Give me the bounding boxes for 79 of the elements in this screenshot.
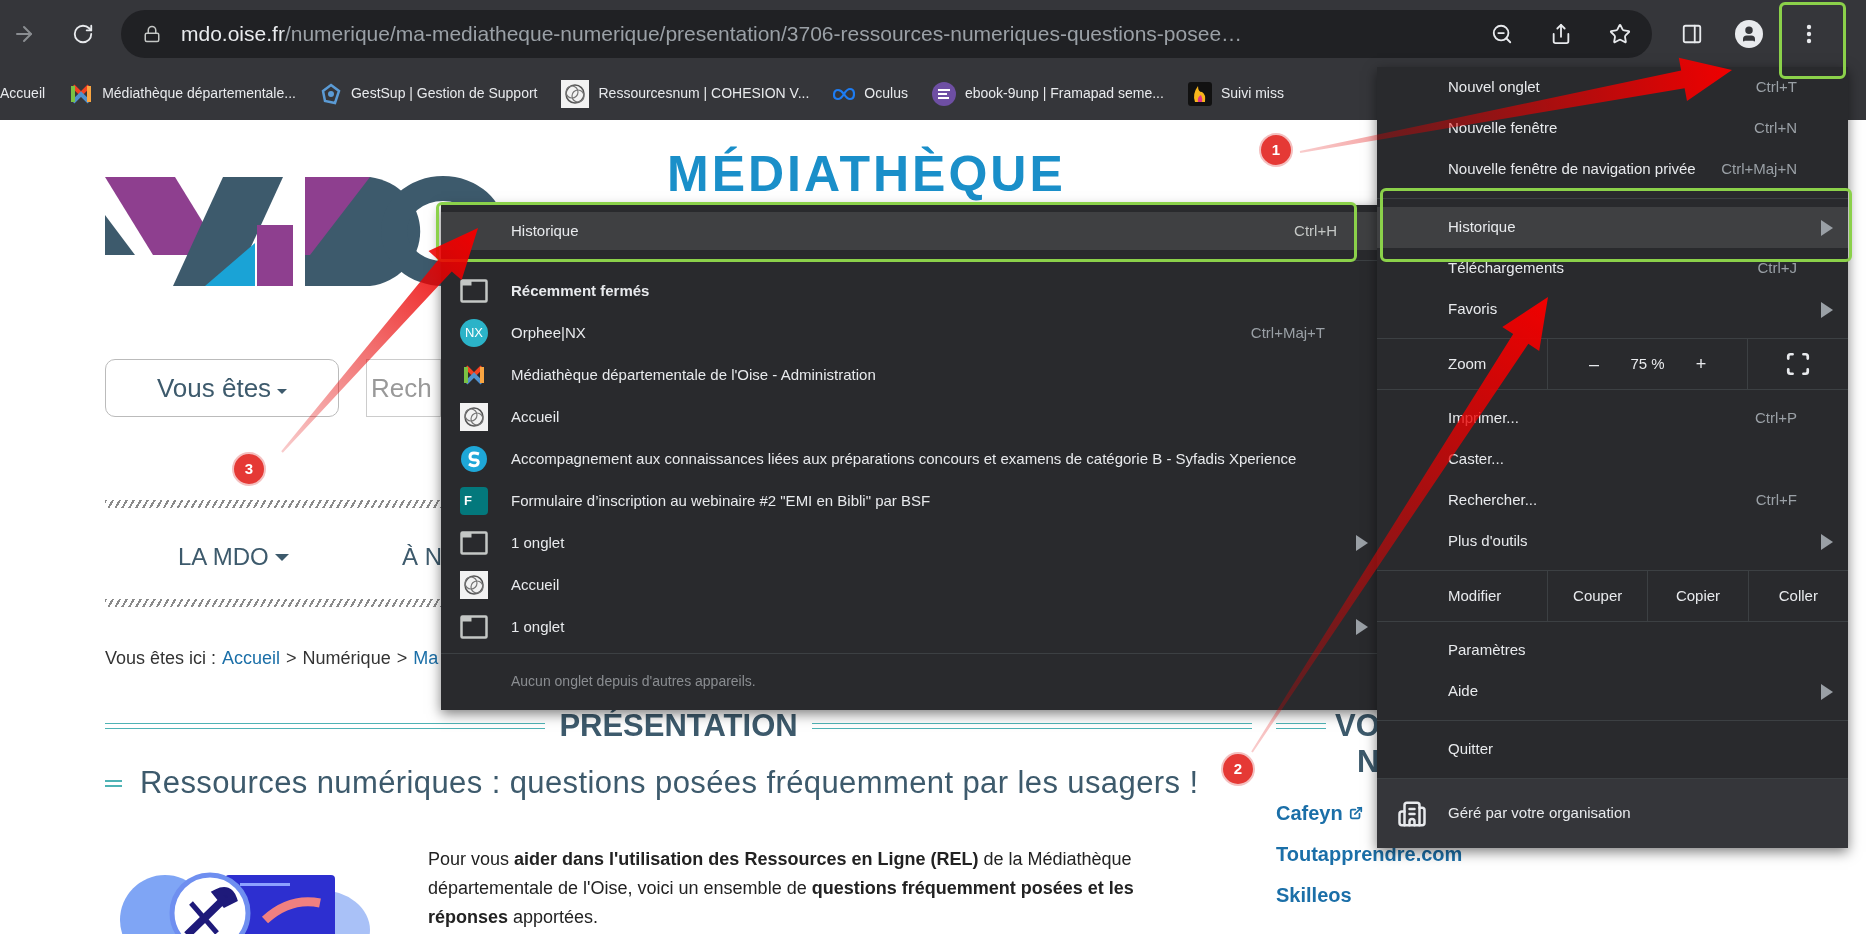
lock-icon: [143, 24, 161, 43]
intro-paragraph: Pour vous aider dans l'utilisation des Ressources en Ligne (REL) de la Médiathèque départementale de l'Oise, voici un ensemble de questions fréquemment posées et les réponses apportées.: [428, 848, 1135, 929]
zoom-out-button[interactable]: –: [1582, 350, 1606, 378]
menu-icon: [1806, 23, 1812, 44]
rings-icon: [460, 403, 488, 431]
tab-icon: [460, 615, 488, 639]
url-text: mdo.oise.fr/numerique/ma-mediatheque-numerique/presentation/3706-ressources-numeriques-questions-posee…: [181, 20, 1244, 47]
menu-item[interactable]: Plus d'outils: [1377, 521, 1848, 562]
bookmark[interactable]: Accueil: [0, 75, 46, 112]
menu-item[interactable]: Nouvelle fenêtre Ctrl+N: [1377, 108, 1848, 149]
menu-item[interactable]: Historique: [1377, 207, 1848, 248]
menu-item[interactable]: Rechercher... Ctrl+F: [1377, 480, 1848, 521]
bookmark[interactable]: Oculus: [833, 75, 908, 112]
step-badge: 2: [1221, 752, 1255, 786]
breadcrumb-separator: >: [396, 646, 408, 670]
menu-item[interactable]: Caster...: [1377, 439, 1848, 480]
step-badge: 1: [1259, 133, 1293, 167]
edit-action[interactable]: Copier: [1647, 571, 1748, 621]
tab-icon: [460, 531, 488, 555]
infinity-icon: [833, 86, 856, 101]
step-badge: 3: [232, 452, 266, 486]
bookmark[interactable]: Ressourcesnum | COHESION V...: [561, 75, 810, 112]
zoom-out-icon[interactable]: [1491, 22, 1513, 45]
submenu-arrow-icon: [1356, 619, 1368, 635]
bookmark[interactable]: GestSup | Gestion de Support: [319, 75, 538, 112]
person-icon: [1740, 24, 1758, 43]
caret-icon: [277, 388, 288, 394]
site-icon: NX: [460, 319, 488, 347]
menu-item[interactable]: Favoris: [1377, 289, 1848, 330]
rings-icon: [561, 79, 590, 108]
breadcrumb-separator: >: [286, 646, 297, 670]
menu-item[interactable]: Nouvelle fenêtre de navigation privée Ctrl+Maj+N: [1377, 149, 1848, 190]
menu-item[interactable]: Quitter: [1377, 729, 1848, 770]
breadcrumb-link[interactable]: Ma: [413, 644, 439, 672]
sidebar-heading: VO: [1335, 706, 1380, 745]
nav-link[interactable]: À N: [402, 539, 442, 575]
tab-icon: [460, 279, 488, 303]
submenu-arrow-icon: [1821, 533, 1833, 550]
menu-item[interactable]: Paramètres: [1377, 630, 1848, 671]
search-field[interactable]: Rech: [366, 359, 441, 417]
caret-icon: [274, 553, 289, 561]
zoom-in-button[interactable]: +: [1689, 350, 1713, 378]
nav-link[interactable]: LA MDO: [178, 539, 289, 575]
submenu-arrow-icon: [1821, 219, 1833, 236]
forms-icon: F: [460, 487, 488, 515]
bookmark-star-icon[interactable]: [1609, 22, 1631, 45]
submenu-arrow-icon: [1821, 301, 1833, 318]
address-bar[interactable]: mdo.oise.fr/numerique/ma-mediatheque-numerique/presentation/3706-ressources-numeriques-questions-posee…: [121, 9, 1652, 58]
flame-icon: [1187, 81, 1212, 106]
breadcrumb-label: Vous êtes ici :: [105, 646, 217, 670]
sidebar-link[interactable]: Skilleos: [1276, 882, 1463, 908]
article-title: Ressources numériques : questions posées fréquemment par les usagers !: [140, 763, 1199, 802]
equals-icon: [105, 779, 122, 787]
side-panel-icon: [1681, 22, 1703, 45]
menu-note: Aucun onglet depuis d'autres appareils.: [511, 672, 756, 691]
pad-icon: [931, 81, 956, 106]
external-link-icon: [1348, 806, 1363, 820]
reload-icon: [72, 22, 94, 45]
menu-item[interactable]: Téléchargements Ctrl+J: [1377, 248, 1848, 289]
edit-action[interactable]: Couper: [1547, 571, 1648, 621]
zoom-label: Zoom: [1447, 353, 1488, 374]
submenu-arrow-icon: [1356, 535, 1368, 551]
share-icon[interactable]: [1550, 22, 1572, 45]
submenu-arrow-icon: [1821, 683, 1833, 700]
managed-notice[interactable]: Géré par votre organisation: [1377, 779, 1848, 848]
rings-icon: [460, 571, 488, 599]
bookmark[interactable]: Médiathèque départementale...: [69, 75, 296, 112]
bookmark[interactable]: ebook-9unp | Framapad seme...: [931, 75, 1164, 112]
edit-action[interactable]: Coller: [1747, 571, 1848, 621]
bookmark[interactable]: Suivi miss: [1187, 75, 1284, 112]
menu-item[interactable]: Nouvel onglet Ctrl+T: [1377, 67, 1848, 108]
zoom-level: 75 %: [1630, 353, 1665, 374]
edit-label: Modifier: [1447, 585, 1503, 606]
fullscreen-icon[interactable]: [1785, 351, 1811, 377]
section-heading: PRÉSENTATION: [558, 706, 799, 745]
breadcrumb-link[interactable]: Accueil: [222, 644, 281, 672]
sidebar-heading: N: [1357, 742, 1380, 781]
menu-item[interactable]: Aide: [1377, 671, 1848, 712]
breadcrumb-item: Numérique: [302, 646, 391, 670]
